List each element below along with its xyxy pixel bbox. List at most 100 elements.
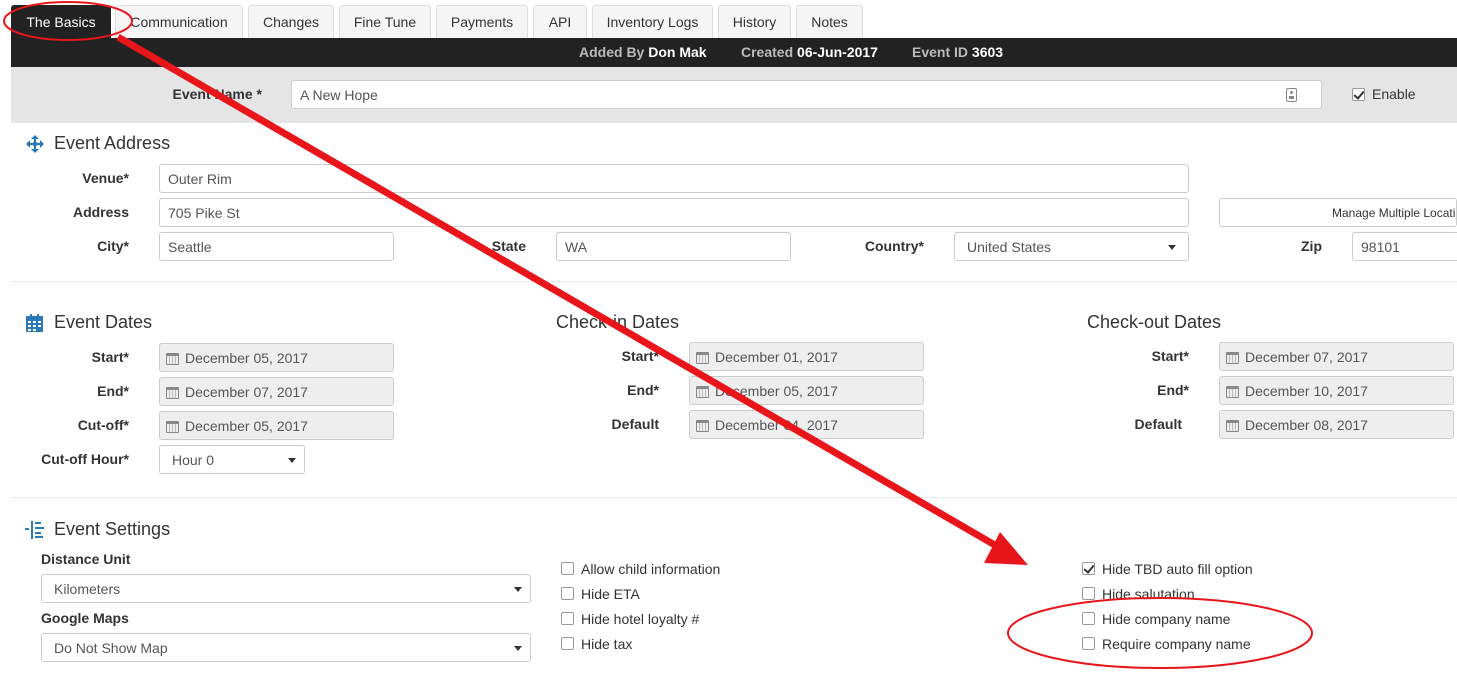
checkin-dates-title: Check-in Dates [556,312,680,332]
tab-the-basics[interactable]: The Basics [11,5,111,38]
cutoff-hour-value: Hour 0 [172,451,215,468]
checkout-default-value: December 08, 2017 [1245,416,1368,433]
hide-eta-checkbox[interactable] [561,587,574,600]
checkin-start-value: December 01, 2017 [715,348,838,365]
arrow-head-icon [984,532,1028,565]
cutoff-hour-select[interactable]: Hour 0 [159,445,305,474]
chevron-down-icon [1168,245,1176,250]
zip-input[interactable]: 98101 [1352,232,1457,261]
event-name-input[interactable]: A New Hope [291,80,1322,109]
hide-salutation-label: Hide salutation [1102,586,1195,602]
calendar-icon [696,419,709,432]
created-label: Created [741,44,794,60]
tab-communication[interactable]: Communication [115,5,243,38]
event-end-date[interactable]: December 07, 2017 [159,377,394,406]
hide-hotel-loyalty-label: Hide hotel loyalty # [581,611,700,627]
calendar-icon [26,314,43,332]
chevron-down-icon [514,646,522,651]
created-date: Created 06-Jun-2017 [741,44,878,60]
event-id-value: 3603 [971,44,1004,60]
calendar-icon [1226,385,1239,398]
tab-inventory-logs[interactable]: Inventory Logs [592,5,713,38]
manage-multiple-locations-button[interactable]: Manage Multiple Locatio [1219,198,1457,227]
event-cutoff-date[interactable]: December 05, 2017 [159,411,394,440]
tab-api[interactable]: API [533,5,587,38]
hide-tax-label: Hide tax [581,636,633,652]
state-input[interactable]: WA [556,232,791,261]
tab-fine-tune[interactable]: Fine Tune [339,5,431,38]
google-maps-label: Google Maps [41,610,129,626]
event-address-title: Event Address [54,133,171,153]
enable-checkbox[interactable] [1352,88,1365,101]
require-company-name-checkbox[interactable] [1082,637,1095,650]
hide-hotel-loyalty-checkbox[interactable] [561,612,574,625]
added-by-value: Don Mak [648,44,707,60]
event-settings-title: Event Settings [54,519,171,539]
city-label: City* [97,238,129,254]
require-company-name-label: Require company name [1102,636,1251,652]
google-maps-select[interactable]: Do Not Show Map [41,633,531,662]
hide-company-name-checkbox[interactable] [1082,612,1095,625]
hide-tax-checkbox[interactable] [561,637,574,650]
country-label: Country* [864,238,924,254]
country-value: United States [967,238,1052,255]
tab-notes[interactable]: Notes [796,5,863,38]
calendar-icon [1226,351,1239,364]
hide-tbd-autofill-checkbox[interactable] [1082,562,1095,575]
highlight-circle-company-options [1007,597,1313,669]
google-maps-value: Do Not Show Map [54,639,168,656]
tab-payments[interactable]: Payments [436,5,528,38]
event-end-label: End* [97,383,129,399]
event-info-bar: Added By Don Mak Created 06-Jun-2017 Eve… [11,38,1457,67]
distance-unit-select[interactable]: Kilometers [41,574,531,603]
divider [11,281,1457,282]
event-start-date[interactable]: December 05, 2017 [159,343,394,372]
created-value: 06-Jun-2017 [797,44,878,60]
added-by: Added By Don Mak [579,44,707,60]
checkin-default-label: Default [611,416,659,432]
calendar-icon [696,385,709,398]
enable-label: Enable [1372,86,1416,102]
checkin-end-date[interactable]: December 05, 2017 [689,376,924,405]
hide-eta-label: Hide ETA [581,586,640,602]
hide-salutation-checkbox[interactable] [1082,587,1095,600]
allow-child-info-checkbox[interactable] [561,562,574,575]
address-input[interactable]: 705 Pike St [159,198,1189,227]
tab-bar: The Basics Communication Changes Fine Tu… [0,0,1457,38]
checkout-end-value: December 10, 2017 [1245,382,1368,399]
checkin-start-date[interactable]: December 01, 2017 [689,342,924,371]
divider [11,497,1457,498]
checkout-dates-title: Check-out Dates [1087,312,1222,332]
venue-label: Venue* [82,170,129,186]
calendar-icon [1226,419,1239,432]
city-input[interactable]: Seattle [159,232,394,261]
calendar-icon [166,352,179,365]
event-cutoff-value: December 05, 2017 [185,417,308,434]
checkin-end-label: End* [627,382,659,398]
event-name-value: A New Hope [300,86,378,103]
allow-child-info-label: Allow child information [581,561,721,577]
tab-changes[interactable]: Changes [248,5,334,38]
event-start-value: December 05, 2017 [185,349,308,366]
cutoff-hour-label: Cut-off Hour* [41,451,129,467]
event-dates-title: Event Dates [54,312,153,332]
event-end-value: December 07, 2017 [185,383,308,400]
checkout-default-date[interactable]: December 08, 2017 [1219,410,1454,439]
hide-tbd-autofill-label: Hide TBD auto fill option [1102,561,1253,577]
move-arrows-icon [26,135,44,153]
calendar-icon [696,351,709,364]
contact-card-icon [1286,88,1297,102]
checkout-end-date[interactable]: December 10, 2017 [1219,376,1454,405]
state-label: State [491,238,526,254]
event-start-label: Start* [91,349,129,365]
chevron-down-icon [288,458,296,463]
checkin-default-date[interactable]: December 04, 2017 [689,410,924,439]
tab-history[interactable]: History [718,5,791,38]
sliders-icon [25,521,44,539]
checkout-default-label: Default [1134,416,1182,432]
venue-input[interactable]: Outer Rim [159,164,1189,193]
checkin-end-value: December 05, 2017 [715,382,838,399]
country-select[interactable]: United States [954,232,1189,261]
checkout-start-date[interactable]: December 07, 2017 [1219,342,1454,371]
calendar-icon [166,420,179,433]
